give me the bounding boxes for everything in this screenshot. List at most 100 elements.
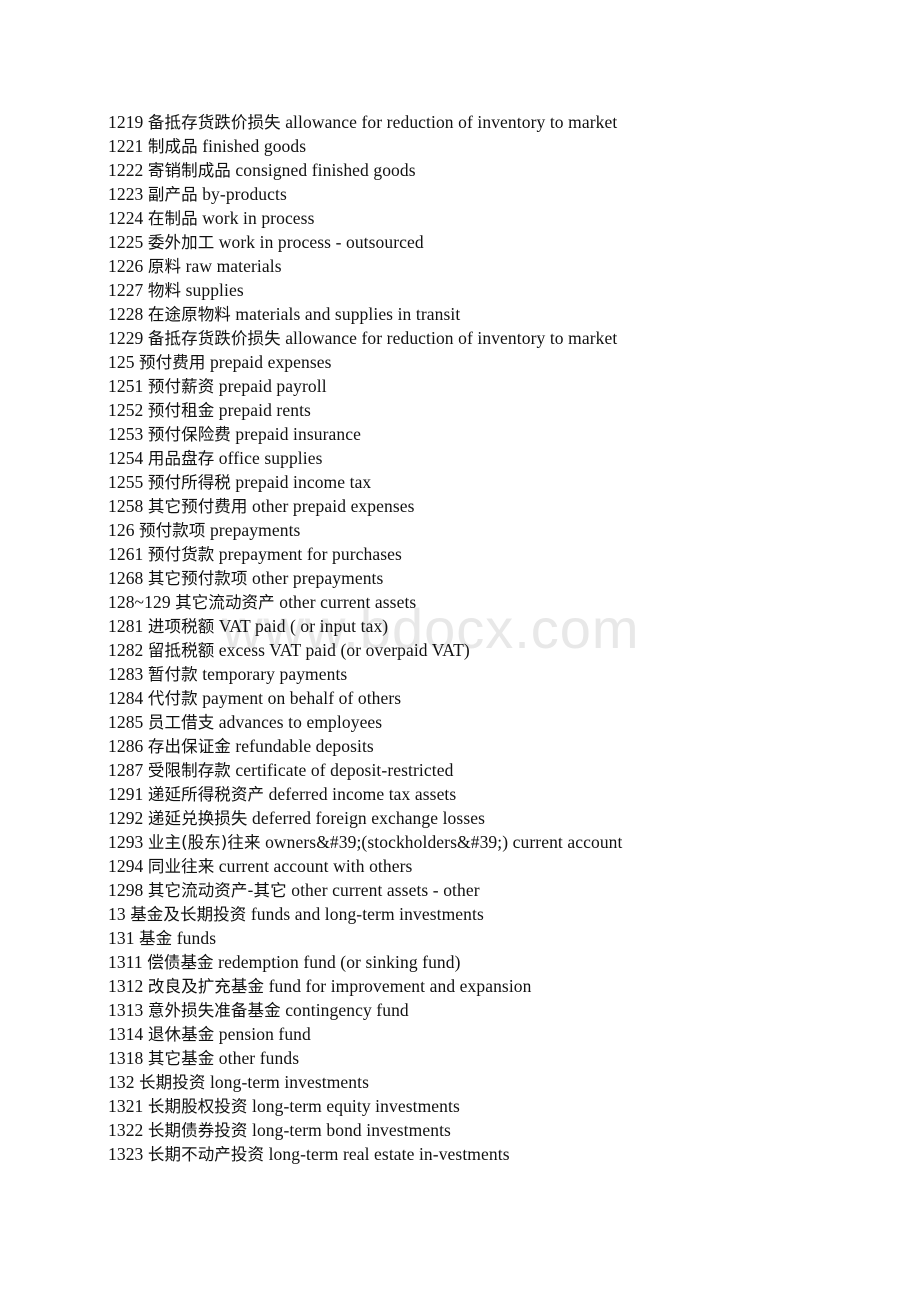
- glossary-entry: 131 基金 funds: [108, 926, 898, 950]
- entry-code: 1286: [108, 736, 144, 756]
- entry-term-en: temporary payments: [202, 664, 348, 684]
- entry-code: 1252: [108, 400, 144, 420]
- glossary-entry: 1318 其它基金 other funds: [108, 1046, 898, 1070]
- glossary-entry: 1223 副产品 by-products: [108, 182, 898, 206]
- glossary-entry: 1219 备抵存货跌价损失 allowance for reduction of…: [108, 110, 898, 134]
- glossary-entry: 1287 受限制存款 certificate of deposit-restri…: [108, 758, 898, 782]
- entry-term-en: raw materials: [185, 256, 282, 276]
- glossary-entry: 1321 长期股权投资 long-term equity investments: [108, 1094, 898, 1118]
- entry-code: 1224: [108, 208, 144, 228]
- entry-code: 1294: [108, 856, 144, 876]
- entry-term-en: owners&#39;(stockholders&#39;) current a…: [265, 832, 623, 852]
- entry-code: 1221: [108, 136, 144, 156]
- entry-term-en: contingency fund: [285, 1000, 409, 1020]
- entry-term-zh: 预付保险费: [147, 425, 231, 444]
- entry-term-zh: 在途原物料: [147, 305, 231, 324]
- entry-term-en: prepayments: [209, 520, 301, 540]
- glossary-entry: 125 预付费用 prepaid expenses: [108, 350, 898, 374]
- glossary-entry: 1313 意外损失准备基金 contingency fund: [108, 998, 898, 1022]
- glossary-entry: 126 预付款项 prepayments: [108, 518, 898, 542]
- glossary-entry: 1286 存出保证金 refundable deposits: [108, 734, 898, 758]
- entry-term-zh: 同业往来: [147, 857, 215, 876]
- glossary-entry: 1254 用品盘存 office supplies: [108, 446, 898, 470]
- entry-term-zh: 存出保证金: [147, 737, 231, 756]
- entry-term-zh: 意外损失准备基金: [147, 1001, 281, 1020]
- entry-code: 1281: [108, 616, 144, 636]
- glossary-entry: 1281 进项税额 VAT paid ( or input tax): [108, 614, 898, 638]
- glossary-entry: 1293 业主(股东)往来 owners&#39;(stockholders&#…: [108, 830, 898, 854]
- entry-term-zh: 其它基金: [147, 1049, 215, 1068]
- entry-term-en: advances to employees: [218, 712, 383, 732]
- glossary-entry: 1292 递延兑换损失 deferred foreign exchange lo…: [108, 806, 898, 830]
- entry-term-en: payment on behalf of others: [202, 688, 402, 708]
- entry-term-zh: 暂付款: [147, 665, 198, 684]
- entry-code: 1287: [108, 760, 144, 780]
- entry-code: 1312: [108, 976, 144, 996]
- entry-term-en: work in process: [202, 208, 315, 228]
- glossary-entry: 1322 长期债券投资 long-term bond investments: [108, 1118, 898, 1142]
- glossary-entry: 1258 其它预付费用 other prepaid expenses: [108, 494, 898, 518]
- entry-code: 1254: [108, 448, 144, 468]
- entry-term-en: consigned finished goods: [235, 160, 416, 180]
- entry-term-zh: 预付货款: [147, 545, 215, 564]
- entry-term-en: prepayment for purchases: [218, 544, 402, 564]
- entry-term-zh: 受限制存款: [147, 761, 231, 780]
- entry-code: 1283: [108, 664, 144, 684]
- entry-code: 1293: [108, 832, 144, 852]
- entry-term-en: refundable deposits: [235, 736, 374, 756]
- entry-term-zh: 员工借支: [147, 713, 215, 732]
- entry-term-zh: 代付款: [147, 689, 198, 708]
- entry-term-zh: 其它预付费用: [147, 497, 248, 516]
- entry-term-en: other current assets: [279, 592, 417, 612]
- entry-code: 1314: [108, 1024, 144, 1044]
- entry-term-zh: 预付费用: [139, 353, 206, 372]
- entry-code: 1255: [108, 472, 144, 492]
- glossary-entry: 1285 员工借支 advances to employees: [108, 710, 898, 734]
- entry-code: 1226: [108, 256, 144, 276]
- glossary-entry: 132 长期投资 long-term investments: [108, 1070, 898, 1094]
- glossary-entry: 1268 其它预付款项 other prepayments: [108, 566, 898, 590]
- entry-term-en: prepaid expenses: [209, 352, 332, 372]
- entry-term-en: allowance for reduction of inventory to …: [285, 328, 618, 348]
- entry-term-en: prepaid insurance: [235, 424, 361, 444]
- entry-term-zh: 进项税额: [147, 617, 215, 636]
- entry-term-en: funds and long-term investments: [250, 904, 484, 924]
- document-page: www.bdocx.com 1219 备抵存货跌价损失 allowance fo…: [0, 0, 920, 1302]
- glossary-entry: 1253 预付保险费 prepaid insurance: [108, 422, 898, 446]
- entry-term-zh: 物料: [147, 281, 182, 300]
- entry-code: 1291: [108, 784, 144, 804]
- entry-term-zh: 其它预付款项: [147, 569, 248, 588]
- entry-code: 132: [108, 1072, 135, 1092]
- glossary-entry: 1311 偿债基金 redemption fund (or sinking fu…: [108, 950, 898, 974]
- entry-code: 13: [108, 904, 126, 924]
- entry-term-zh: 原料: [147, 257, 182, 276]
- entry-term-en: other funds: [218, 1048, 300, 1068]
- entry-term-zh: 在制品: [147, 209, 198, 228]
- entry-term-zh: 其它流动资产: [175, 593, 275, 612]
- entry-code: 1298: [108, 880, 144, 900]
- entry-term-zh: 预付所得税: [147, 473, 231, 492]
- entry-term-zh: 副产品: [147, 185, 198, 204]
- entry-term-en: pension fund: [218, 1024, 311, 1044]
- entry-code: 125: [108, 352, 135, 372]
- entry-code: 1292: [108, 808, 144, 828]
- entry-term-zh: 预付薪资: [147, 377, 215, 396]
- glossary-entry: 1282 留抵税额 excess VAT paid (or overpaid V…: [108, 638, 898, 662]
- entry-term-en: VAT paid ( or input tax): [218, 616, 389, 636]
- entry-code: 1322: [108, 1120, 144, 1140]
- entry-term-en: long-term investments: [209, 1072, 370, 1092]
- entry-code: 1228: [108, 304, 144, 324]
- entry-term-zh: 委外加工: [147, 233, 215, 252]
- glossary-entry: 1227 物料 supplies: [108, 278, 898, 302]
- entry-term-zh: 递延所得税资产: [147, 785, 265, 804]
- entry-term-en: fund for improvement and expansion: [268, 976, 532, 996]
- entry-code: 1253: [108, 424, 144, 444]
- entry-term-en: certificate of deposit-restricted: [235, 760, 454, 780]
- entry-term-en: by-products: [202, 184, 287, 204]
- glossary-entry: 128~129 其它流动资产 other current assets: [108, 590, 898, 614]
- entry-term-en: long-term real estate in-vestments: [268, 1144, 510, 1164]
- glossary-entry: 1312 改良及扩充基金 fund for improvement and ex…: [108, 974, 898, 998]
- entry-term-en: office supplies: [218, 448, 323, 468]
- entry-code: 1268: [108, 568, 144, 588]
- entry-term-zh: 业主(股东)往来: [147, 833, 261, 852]
